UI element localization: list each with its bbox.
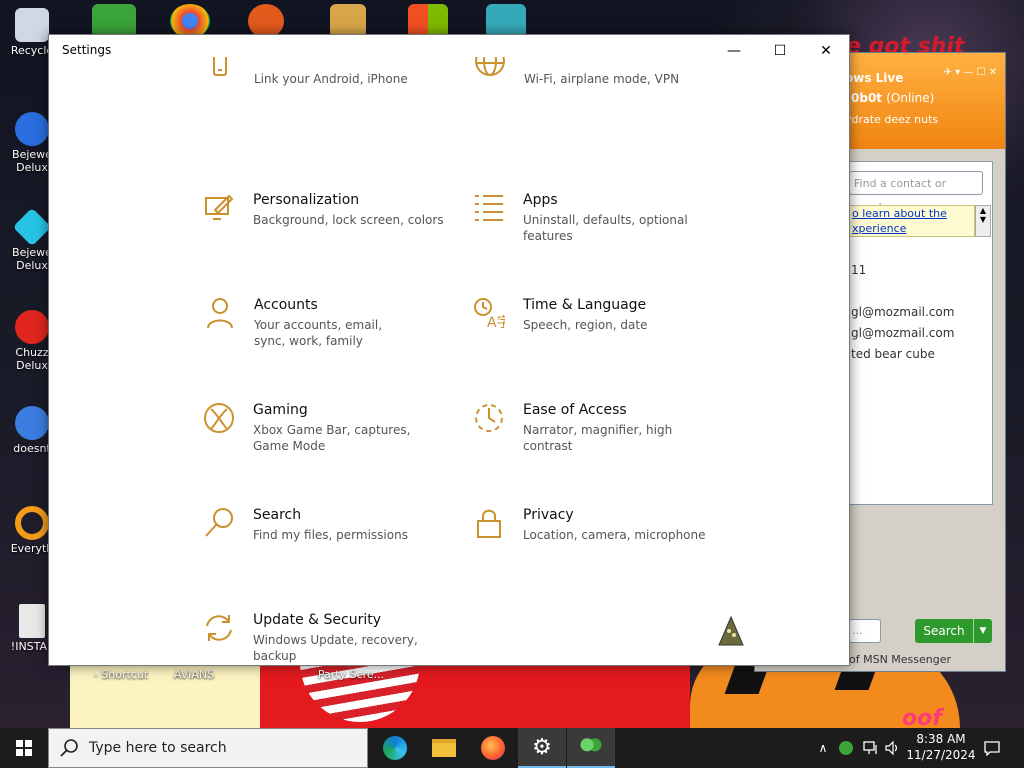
bird-icon	[15, 406, 49, 440]
folder-icon	[432, 739, 456, 757]
phone-icon	[213, 57, 227, 76]
messenger-find-contact-input[interactable]: Find a contact or numbe	[849, 171, 983, 214]
tray-messenger-icon[interactable]	[836, 728, 856, 768]
desktop-label-avians[interactable]: AVIANS	[162, 668, 226, 681]
clock-time: 8:38 AM	[916, 732, 966, 746]
time-language-icon: A字	[474, 298, 505, 329]
contact-item[interactable]: ted bear cube	[851, 347, 935, 361]
lock-icon	[477, 509, 501, 538]
sync-arrows-icon	[206, 615, 232, 641]
messenger-search-dropdown[interactable]: ▼	[973, 619, 992, 643]
tray-network-icon[interactable]	[860, 728, 882, 768]
tray-show-hidden[interactable]: ∧	[812, 728, 834, 768]
messenger-user[interactable]: 0b0t (Online)	[851, 91, 934, 105]
taskbar-search-box[interactable]: Type here to search	[48, 728, 368, 768]
globe-icon	[475, 57, 505, 76]
taskbar-messenger[interactable]	[567, 728, 615, 768]
search-icon	[205, 508, 233, 537]
windows-logo-icon	[16, 740, 32, 756]
settings-tile-personalization[interactable]: Personalization Background, lock screen,…	[203, 192, 473, 282]
desktop-pet-icon	[718, 615, 744, 646]
gear-icon: ⚙	[532, 734, 552, 760]
taskbar-clock[interactable]: 8:38 AM 11/27/2024	[906, 731, 976, 763]
personalization-icon	[205, 194, 234, 220]
firefox-icon	[481, 736, 505, 760]
settings-category-grid: Link your Android, iPhone Wi-Fi, airplan…	[49, 57, 849, 665]
settings-window[interactable]: Settings — ☐ ✕ Link your Android, iPhone…	[48, 34, 850, 666]
taskbar-firefox[interactable]	[469, 728, 517, 768]
taskbar-settings[interactable]: ⚙	[518, 728, 566, 768]
notification-icon	[984, 741, 1000, 756]
desktop-icon-app-tools[interactable]	[330, 4, 366, 38]
tray-volume-icon[interactable]	[882, 728, 904, 768]
apps-list-icon	[475, 195, 503, 221]
settings-tile-apps[interactable]: Apps Uninstall, defaults, optional featu…	[473, 192, 743, 282]
xbox-icon	[204, 403, 234, 433]
taskbar-search-placeholder: Type here to search	[89, 740, 227, 756]
messenger-footer: of MSN Messenger	[849, 653, 952, 666]
search-icon	[60, 739, 78, 757]
messenger-tray-icon	[839, 741, 853, 755]
settings-tile-gaming[interactable]: Gaming Xbox Game Bar, captures, Game Mod…	[203, 402, 473, 492]
settings-tile-update-security[interactable]: Update & Security Windows Update, recove…	[203, 612, 473, 665]
clock-date: 11/27/2024	[906, 748, 976, 762]
desktop-icon-chrome[interactable]	[170, 4, 210, 38]
bejeweled-icon	[15, 112, 49, 146]
person-icon	[207, 298, 233, 329]
desktop-icon-app-orange[interactable]	[248, 4, 284, 38]
recycle-bin-icon	[15, 8, 49, 42]
svg-text:A字: A字	[487, 315, 505, 329]
desktop-label-shortcut[interactable]: - Shortcut	[86, 668, 156, 681]
settings-tile-phone[interactable]: Link your Android, iPhone	[204, 57, 474, 147]
ease-of-access-icon	[475, 404, 503, 432]
magnifier-icon	[15, 506, 49, 540]
desktop-icon-messenger-top[interactable]	[92, 4, 136, 38]
messenger-personal-message[interactable]: ydrate deez nuts	[845, 113, 938, 126]
network-icon	[863, 741, 877, 754]
desktop-label-party[interactable]: Party Scre...	[316, 668, 386, 681]
taskbar-edge[interactable]	[371, 728, 419, 768]
messenger-title: ows Live	[845, 71, 904, 85]
taskbar: Type here to search ⚙ ∧ 8:38 AM 11/27/20…	[0, 728, 1024, 768]
gem-icon	[12, 207, 52, 247]
document-icon	[19, 604, 45, 638]
settings-tile-privacy[interactable]: Privacy Location, camera, microphone	[473, 507, 743, 597]
messenger-buddy-icon	[578, 736, 604, 758]
settings-tile-search[interactable]: Search Find my files, permissions	[203, 507, 473, 597]
messenger-window-controls[interactable]: ✈ ▾ — ☐ ✕	[944, 67, 997, 78]
settings-title: Settings	[62, 43, 112, 57]
contact-item[interactable]: 11	[851, 263, 866, 277]
contact-item[interactable]: gl@mozmail.com	[851, 326, 954, 340]
chuzzle-icon	[15, 310, 49, 344]
speaker-icon	[885, 741, 898, 755]
settings-tile-network[interactable]: Wi-Fi, airplane mode, VPN	[474, 57, 744, 147]
messenger-search-input[interactable]: ...	[849, 619, 881, 643]
settings-tile-time-language[interactable]: A字 Time & Language Speech, region, date	[473, 297, 743, 387]
maximize-button[interactable]: ☐	[757, 35, 803, 67]
start-button[interactable]	[0, 728, 48, 768]
contact-item[interactable]: gl@mozmail.com	[851, 305, 954, 319]
edge-icon	[383, 736, 407, 760]
action-center-button[interactable]	[978, 728, 1006, 768]
wallpaper-pumpkin-text: oof	[902, 706, 942, 728]
settings-tile-accounts[interactable]: Accounts Your accounts, email, sync, wor…	[204, 297, 474, 387]
close-button[interactable]: ✕	[803, 35, 849, 67]
messenger-search-button[interactable]: Search	[915, 619, 973, 643]
messenger-info-link[interactable]: o learn about the xperience	[849, 205, 975, 237]
settings-tile-ease-of-access[interactable]: Ease of Access Narrator, magnifier, high…	[473, 402, 743, 492]
desktop-icon-app-store[interactable]	[408, 4, 448, 38]
desktop-icon-character[interactable]	[486, 4, 526, 38]
taskbar-file-explorer[interactable]	[420, 728, 468, 768]
messenger-note-scrollbar[interactable]: ▲ ▼	[975, 205, 991, 237]
